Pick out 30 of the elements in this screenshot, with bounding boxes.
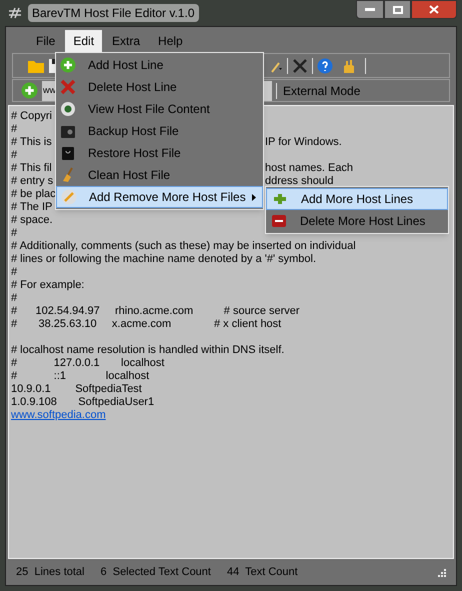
editor-line: # For example: bbox=[11, 279, 84, 292]
editor-line: IP for Windows. bbox=[265, 136, 342, 149]
editor-line: # 127.0.0.1 localhost bbox=[11, 357, 164, 370]
editor-line: 10.9.0.1 SoftpediaTest bbox=[11, 383, 142, 396]
editor-line: # This fil bbox=[11, 162, 52, 175]
editor-line: # 38.25.63.10 x.acme.com # x client host bbox=[11, 318, 282, 331]
editor-line: # The IP bbox=[11, 201, 52, 214]
editor-line: # This is bbox=[11, 136, 52, 149]
editor-line: # localhost name resolution is handled within DNS itself. bbox=[11, 344, 284, 357]
editor-line: # bbox=[11, 292, 18, 305]
editor-line: # bbox=[11, 227, 18, 240]
status-text: 44 Text Count bbox=[226, 564, 298, 580]
editor-line: ddress should bbox=[265, 175, 334, 188]
window-title: BarevTM Host File Editor v.1.0 bbox=[28, 4, 198, 22]
editor-line: # bbox=[11, 266, 18, 279]
editor-line: # ::1 localhost bbox=[11, 370, 150, 383]
editor-line: host names. Each bbox=[265, 162, 354, 175]
editor-line: # bbox=[11, 149, 18, 162]
mode-label: External Mode bbox=[283, 82, 360, 100]
editor-line: # space. bbox=[11, 214, 53, 227]
editor-line: # be plac bbox=[11, 188, 56, 201]
editor-line: # 102.54.94.97 rhino.acme.com # source server bbox=[11, 305, 300, 318]
status-text: 25 Lines total bbox=[16, 564, 84, 580]
editor-line: 1.0.9.108 SoftpediaUser1 bbox=[11, 396, 154, 409]
editor-line: # Copyri bbox=[11, 110, 52, 123]
status-text: 6 Selected Text Count bbox=[100, 564, 211, 580]
editor-line: # entry s bbox=[11, 175, 54, 188]
editor-line: # Additionally, comments (such as these) may be inserted on individual bbox=[11, 240, 356, 253]
editor-line: # bbox=[11, 123, 18, 136]
editor-line: # lines or following the machine name denoted by a '#' symbol. bbox=[11, 253, 316, 266]
